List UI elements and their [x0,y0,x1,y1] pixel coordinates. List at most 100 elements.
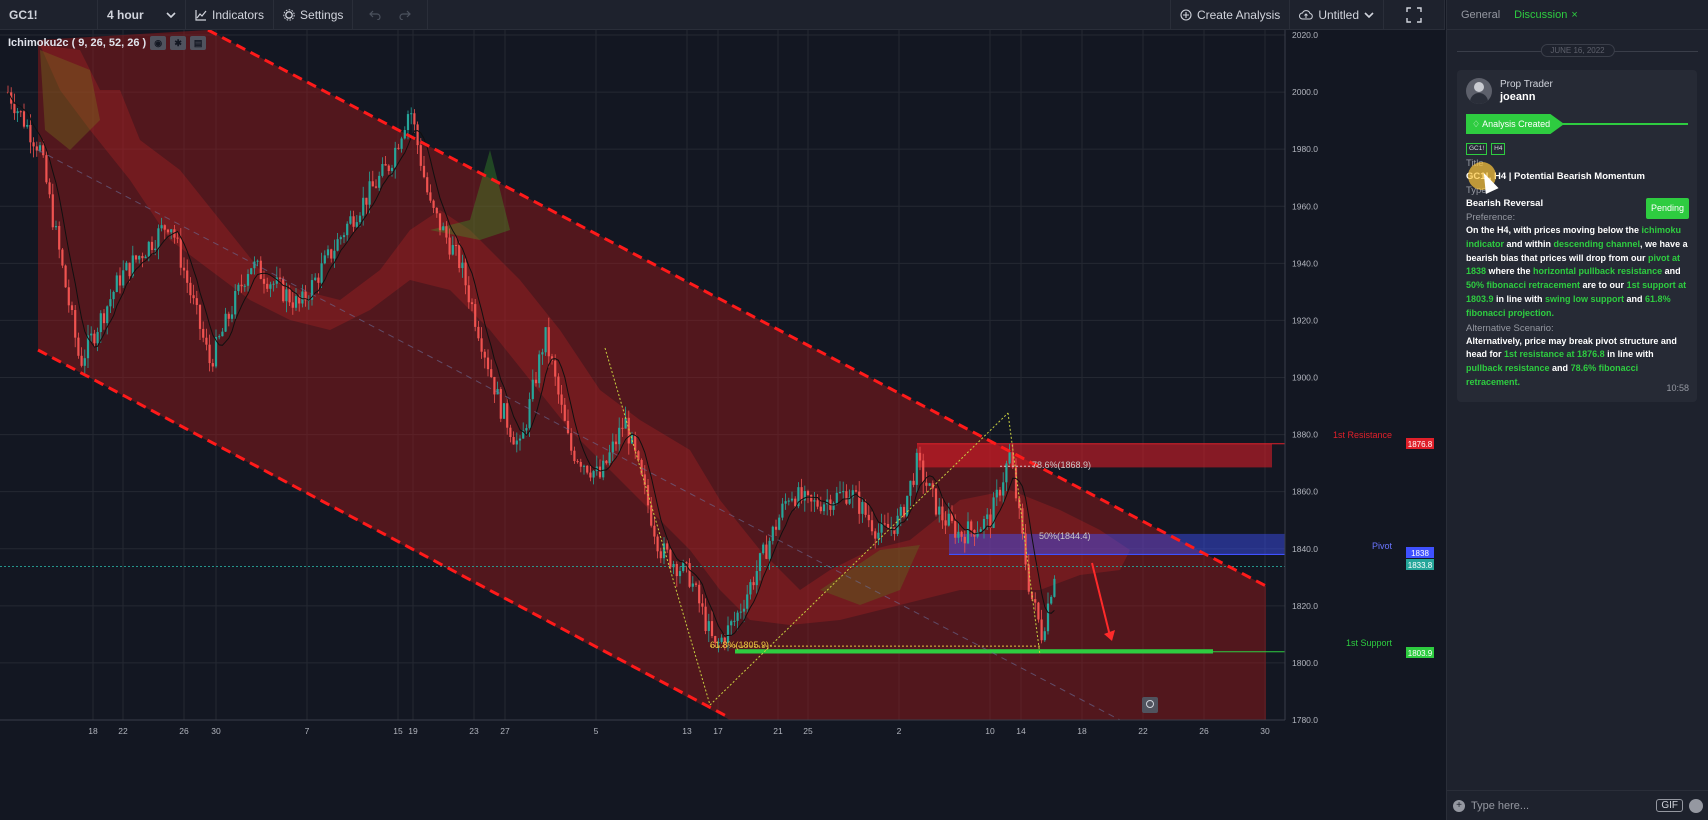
interval-label: 4 hour [107,7,144,22]
lightbulb-button[interactable] [1142,697,1158,713]
create-analysis-button[interactable]: Create Analysis [1169,0,1291,30]
layout-selector[interactable]: Untitled [1290,0,1384,30]
candle-body [611,441,614,453]
price-chart[interactable]: 2020.0 2000.0 1980.0 1960.0 1940.0 1920.0 1900… [0,30,1445,820]
message-input[interactable]: Type here... [1471,800,1650,812]
candle-body [125,262,128,271]
candle-body [42,145,45,156]
candle-body [771,526,774,541]
candle-body [682,562,685,572]
candle-body [800,487,803,501]
symbol-selector[interactable]: GC1! [0,0,98,30]
gear-icon[interactable]: ✱ [170,36,187,50]
x-tick-label: 30 [211,726,221,736]
candle-body [819,506,822,512]
candle-body [1046,603,1050,632]
candle-body [698,584,701,604]
support-zone [735,649,1213,654]
x-tick-label: 21 [773,726,783,736]
gif-button[interactable]: GIF [1656,799,1683,812]
tab-general[interactable]: General [1461,9,1500,21]
candle-body [765,544,768,559]
author-name: joeann [1500,90,1536,103]
x-tick-label: 26 [1199,726,1209,736]
candle-body [442,226,445,231]
candle-body [874,531,877,539]
y-tick-label: 2000.0 [1292,87,1318,97]
redo-icon[interactable] [399,10,412,20]
interval-selector[interactable]: 4 hour [98,0,186,30]
candle-body [480,338,483,352]
candle-body [554,360,557,377]
fib-618-label: 61.8%(1805.9) [710,640,769,650]
candle-body [221,331,224,337]
candle-body [317,277,320,283]
candle-body [470,302,474,305]
candle-body [768,540,771,559]
message-card: Prop Trader joeann ♢ Analysis Created GC… [1457,70,1697,402]
chevron-down-icon [166,11,176,18]
candle-body [707,621,710,631]
candle-body [80,355,83,366]
candle-body [461,262,464,269]
candle-body [422,165,426,178]
candle-body [112,292,115,300]
indicator-legend: Ichimoku2c ( 9, 26, 52, 26 ) ◉ ✱ ▤ [8,36,207,50]
candle-body [224,313,227,332]
candle-body [566,420,570,434]
resistance-zone [917,443,1272,468]
indicators-button[interactable]: Indicators [186,0,275,30]
avatar[interactable] [1466,78,1492,104]
candle-body [883,523,886,525]
candle-body [374,186,378,188]
candle-body [128,262,131,277]
candle-body [355,222,358,227]
candle-body [176,237,179,239]
fullscreen-button[interactable] [1384,0,1445,30]
candle-body [528,399,531,429]
candle-body [938,506,941,515]
candle-body [218,336,221,338]
candle-body [438,213,442,231]
x-tick-label: 30 [1260,726,1270,736]
status-badge: ♢ Analysis Created [1466,114,1565,134]
indicators-label: Indicators [212,7,265,22]
candle-body [1014,467,1018,499]
chart-area[interactable]: Ichimoku2c ( 9, 26, 52, 26 ) ◉ ✱ ▤ 2020.… [0,30,1445,820]
candle-body [845,491,848,504]
trash-icon[interactable]: ▤ [190,36,207,50]
candle-body [93,333,96,344]
candle-body [605,460,608,464]
y-tick-label: 1980.0 [1292,144,1318,154]
emoji-icon[interactable] [1689,798,1703,813]
highlight-text: swing low support [1545,293,1625,304]
candle-body [602,460,605,478]
candle-body [358,215,362,223]
indicator-legend-label: Ichimoku2c ( 9, 26, 52, 26 ) [8,37,147,49]
close-icon[interactable]: × [1571,9,1577,21]
candle-body [138,255,141,260]
candle-body [141,255,144,259]
cloud-upload-icon [1299,9,1314,19]
candle-body [61,249,64,266]
eye-icon[interactable]: ◉ [150,36,167,50]
candle-body [1053,578,1056,597]
candle-body [464,262,467,286]
candle-body [339,237,342,240]
candle-body [922,460,925,483]
candle-body [432,200,435,208]
candle-body [870,520,874,532]
candle-body [301,291,304,304]
pending-button[interactable]: Pending [1645,198,1689,219]
message-time: 10:58 [1666,383,1689,393]
candle-body [557,376,560,395]
x-tick-label: 5 [594,726,599,736]
settings-button[interactable]: Settings [274,0,354,30]
tab-discussion[interactable]: Discussion × [1514,9,1578,21]
body-text: and [1662,266,1681,277]
candle-body [429,192,432,201]
candle-body [102,313,106,324]
plus-icon[interactable]: + [1453,799,1465,812]
undo-icon[interactable] [369,10,381,20]
candle-body [237,284,240,291]
